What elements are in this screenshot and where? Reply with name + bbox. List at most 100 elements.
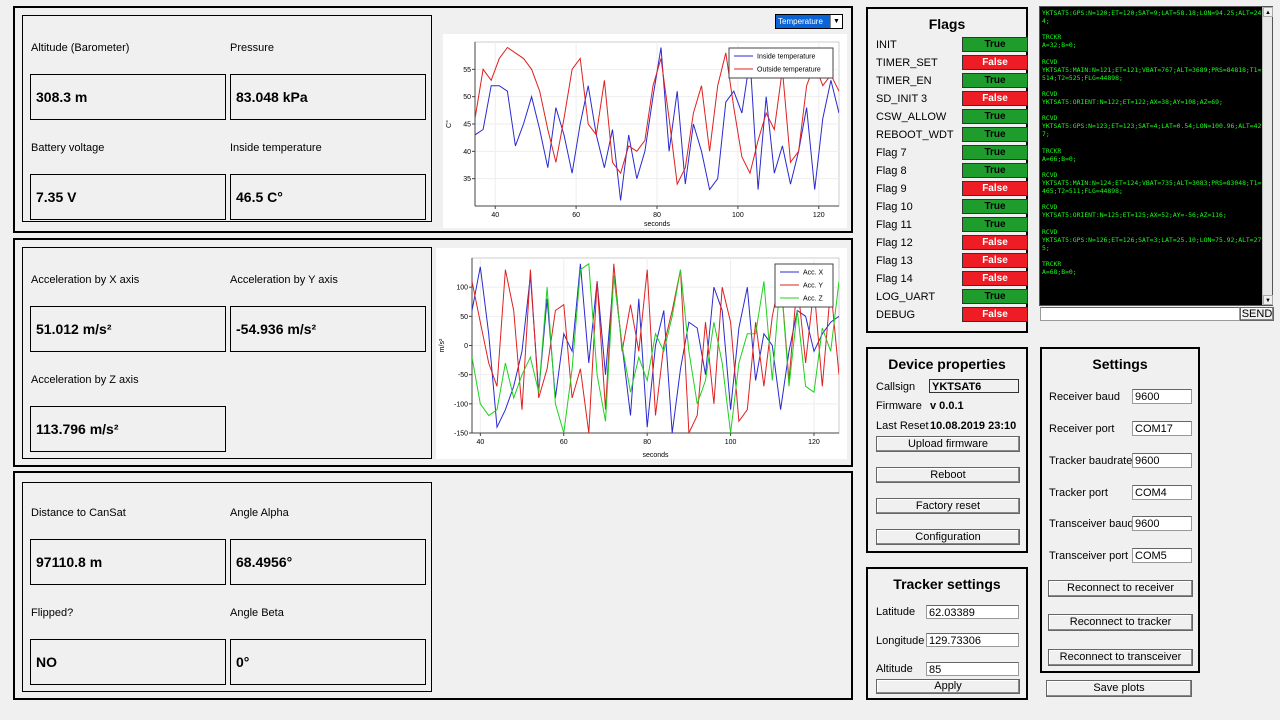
flag-status-badge: False (962, 307, 1028, 322)
legend-entry: Inside temperature (757, 54, 815, 61)
x-tick-label: 40 (476, 439, 484, 446)
flag-row: Flag 12 False (876, 235, 1028, 251)
reboot-button[interactable]: Reboot (876, 467, 1020, 483)
tracker-baud-label: Tracker baudrate (1049, 455, 1133, 467)
y-tick-label: 50 (463, 94, 471, 101)
flag-row: Flag 10 True (876, 199, 1028, 215)
inside-temp-value: 46.5 C° (230, 174, 426, 220)
chart-type-select[interactable]: Temperature ▼ (775, 14, 843, 29)
flag-status-badge: False (962, 55, 1028, 70)
flag-row: TIMER_EN True (876, 73, 1028, 89)
flag-row: Flag 8 True (876, 163, 1028, 179)
flag-name: Flag 7 (876, 147, 907, 159)
scroll-down-icon[interactable]: ▼ (1263, 295, 1273, 305)
callsign-field[interactable]: YKTSAT6 (929, 379, 1019, 393)
acceleration-chart: 40 60 80 100 120 -150 -100 -50 0 50 100 seconds m/s²… (436, 248, 847, 459)
flag-row: REBOOT_WDT True (876, 127, 1028, 143)
chevron-down-icon[interactable]: ▼ (830, 15, 842, 28)
inside-temp-label: Inside temperature (230, 142, 322, 154)
flag-name: INIT (876, 39, 897, 51)
flag-row: Flag 14 False (876, 271, 1028, 287)
flag-row: Flag 7 True (876, 145, 1028, 161)
upload-firmware-button[interactable]: Upload firmware (876, 436, 1020, 452)
configuration-button[interactable]: Configuration (876, 529, 1020, 545)
callsign-label: Callsign (876, 381, 916, 393)
transceiver-port-field[interactable]: COM5 (1132, 548, 1192, 563)
longitude-field[interactable]: 129.73306 (926, 633, 1019, 647)
settings-title: Settings (1092, 356, 1148, 372)
flag-name: Flag 11 (876, 219, 912, 231)
device-panel: Device properties Callsign YKTSAT6 Firmw… (866, 347, 1028, 553)
flag-name: SD_INIT 3 (876, 93, 928, 105)
altitude-label: Altitude (Barometer) (31, 42, 130, 54)
x-tick-label: 60 (572, 212, 580, 219)
x-tick-label: 80 (653, 212, 661, 219)
tracker-baud-field[interactable]: 9600 (1132, 453, 1192, 468)
alpha-value: 68.4956° (230, 539, 426, 585)
y-tick-label: 50 (460, 314, 468, 321)
save-plots-button[interactable]: Save plots (1046, 680, 1192, 697)
console-log: YKTSAT5:GPS:N=120;ET=120;SAT=9;LAT=58.18… (1042, 9, 1262, 276)
flag-name: Flag 14 (876, 273, 913, 285)
alpha-label: Angle Alpha (230, 507, 289, 519)
reconnect-receiver-button[interactable]: Reconnect to receiver (1048, 580, 1193, 597)
flag-status-badge: False (962, 253, 1028, 268)
flag-status-badge: True (962, 73, 1028, 88)
acc-z-label: Acceleration by Z axis (31, 374, 139, 386)
apply-button[interactable]: Apply (876, 679, 1020, 694)
command-input[interactable] (1040, 307, 1240, 321)
altitude-field[interactable]: 85 (926, 662, 1019, 676)
longitude-label: Longitude (876, 635, 925, 647)
reconnect-tracker-button[interactable]: Reconnect to tracker (1048, 614, 1193, 631)
battery-label: Battery voltage (31, 142, 105, 154)
acc-z-value: 113.796 m/s² (30, 406, 226, 452)
acceleration-frame: Acceleration by X axis Acceleration by Y… (13, 238, 853, 467)
x-axis-label: seconds (642, 452, 669, 459)
x-tick-label: 100 (732, 212, 744, 219)
flag-name: Flag 13 (876, 255, 913, 267)
receiver-baud-field[interactable]: 9600 (1132, 389, 1192, 404)
latitude-field[interactable]: 62.03389 (926, 605, 1019, 619)
flag-status-badge: True (962, 199, 1028, 214)
receiver-port-field[interactable]: COM17 (1132, 421, 1192, 436)
serial-console[interactable]: YKTSAT5:GPS:N=120;ET=120;SAT=9;LAT=58.18… (1039, 6, 1273, 306)
console-scrollbar[interactable]: ▲ ▼ (1262, 7, 1273, 305)
last-reset-label: Last Reset (876, 420, 929, 432)
y-tick-label: 55 (463, 67, 471, 74)
scroll-up-icon[interactable]: ▲ (1263, 7, 1273, 17)
battery-value: 7.35 V (30, 174, 226, 220)
receiver-baud-label: Receiver baud (1049, 391, 1120, 403)
acc-x-value: 51.012 m/s² (30, 306, 226, 352)
x-tick-label: 40 (491, 212, 499, 219)
y-tick-label: 45 (463, 122, 471, 129)
flag-name: TIMER_EN (876, 75, 932, 87)
tracker-port-field[interactable]: COM4 (1132, 485, 1192, 500)
flag-row: TIMER_SET False (876, 55, 1028, 71)
position-group: Distance to CanSat Angle Alpha 97110.8 m… (22, 482, 432, 692)
y-tick-label: 0 (464, 343, 468, 350)
transceiver-baud-field[interactable]: 9600 (1132, 516, 1192, 531)
telemetry-frame: Altitude (Barometer) Pressure 308.3 m 83… (13, 6, 853, 233)
firmware-value: v 0.0.1 (930, 400, 964, 412)
reconnect-transceiver-button[interactable]: Reconnect to transceiver (1048, 649, 1193, 666)
factory-reset-button[interactable]: Factory reset (876, 498, 1020, 514)
legend-box (728, 47, 834, 79)
flag-name: Flag 12 (876, 237, 913, 249)
y-axis-label: C° (445, 120, 453, 128)
flag-status-badge: False (962, 91, 1028, 106)
flag-status-badge: True (962, 289, 1028, 304)
settings-panel: Settings Receiver baud 9600 Receiver por… (1040, 347, 1200, 673)
chart-type-selected: Temperature (776, 15, 830, 28)
flag-name: Flag 10 (876, 201, 913, 213)
send-button[interactable]: SEND (1240, 307, 1274, 321)
flag-status-badge: True (962, 37, 1028, 52)
flag-status-badge: False (962, 271, 1028, 286)
flag-status-badge: False (962, 181, 1028, 196)
flag-name: TIMER_SET (876, 57, 938, 69)
y-tick-label: -150 (454, 431, 468, 438)
flag-row: DEBUG False (876, 307, 1028, 323)
beta-value: 0° (230, 639, 426, 685)
legend-entry: Outside temperature (757, 67, 821, 74)
acc-x-label: Acceleration by X axis (31, 274, 140, 286)
flag-name: DEBUG (876, 309, 916, 321)
